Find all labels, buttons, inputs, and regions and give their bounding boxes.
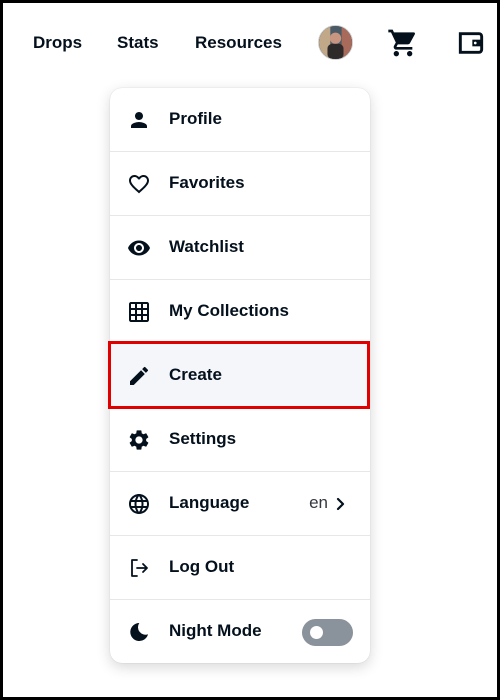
menu-item-label: Create [169, 365, 222, 384]
menu-item-create[interactable]: Create [110, 344, 370, 408]
menu-item-favorites[interactable]: Favorites [110, 152, 370, 216]
menu-item-label: Favorites [169, 173, 245, 192]
moon-icon [127, 620, 151, 644]
menu-item-log-out[interactable]: Log Out [110, 536, 370, 600]
language-value: en [309, 493, 328, 512]
menu-item-night-mode: Night Mode [110, 600, 370, 663]
account-dropdown-menu: Profile Favorites Watchlist My Collectio… [110, 88, 370, 663]
menu-item-language[interactable]: Language en [110, 472, 370, 536]
logout-icon [127, 556, 151, 580]
menu-item-label: Language [169, 493, 250, 512]
eye-icon [127, 236, 151, 260]
grid-icon [127, 300, 151, 324]
nav-resources[interactable]: Resources [195, 33, 282, 53]
top-navigation: Drops Stats Resources [3, 21, 497, 65]
page-frame: Drops Stats Resources Profile Favorites … [0, 0, 500, 700]
menu-item-label: My Collections [169, 301, 289, 320]
night-mode-toggle[interactable] [302, 619, 353, 646]
menu-item-watchlist[interactable]: Watchlist [110, 216, 370, 280]
chevron-right-icon [334, 494, 348, 514]
gear-icon [127, 428, 151, 452]
menu-item-label: Settings [169, 429, 237, 448]
menu-item-label: Log Out [169, 557, 235, 576]
menu-item-profile[interactable]: Profile [110, 88, 370, 152]
globe-icon [127, 492, 151, 516]
menu-item-label: Watchlist [169, 237, 244, 256]
shopping-cart-icon[interactable] [387, 27, 419, 59]
wallet-icon[interactable] [455, 27, 487, 59]
user-avatar[interactable] [318, 25, 353, 60]
person-icon [127, 108, 151, 132]
menu-item-settings[interactable]: Settings [110, 408, 370, 472]
menu-item-label: Night Mode [169, 621, 262, 640]
toggle-knob [310, 626, 323, 639]
nav-stats[interactable]: Stats [117, 33, 159, 53]
menu-item-label: Profile [169, 109, 222, 128]
nav-drops[interactable]: Drops [33, 33, 82, 53]
pencil-icon [127, 364, 151, 388]
menu-item-my-collections[interactable]: My Collections [110, 280, 370, 344]
heart-icon [127, 172, 151, 196]
